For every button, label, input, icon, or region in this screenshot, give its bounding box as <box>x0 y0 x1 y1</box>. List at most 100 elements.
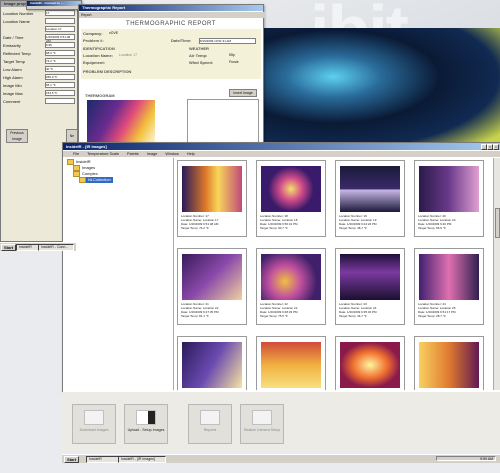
image-thumbnail[interactable]: Location Number: 20 Location Name: Locati… <box>414 160 484 237</box>
reports-button[interactable]: Reports <box>188 404 232 444</box>
taskbar-item[interactable]: InsideIR - Conn... <box>38 244 74 251</box>
thermal-image <box>182 166 242 212</box>
image-thumbnail[interactable] <box>335 336 405 390</box>
image-thumbnail[interactable] <box>256 336 326 390</box>
property-label: Location Number <box>3 10 34 16</box>
start-button[interactable]: Start <box>64 456 80 463</box>
property-value[interactable]: 17 <box>45 10 75 16</box>
air-temp-label: Air Temp: <box>189 53 208 58</box>
property-value[interactable]: 1/20/2009 6:51:48 AM <box>45 34 75 43</box>
image-thumbnail[interactable]: Location Number: 17 Location Name: Locati… <box>177 160 247 237</box>
menu-report[interactable]: Report <box>81 13 92 17</box>
caption-temp: Target Temp: 48.7 °F <box>339 226 367 230</box>
property-row: Emissivity 0.95 <box>1 41 77 49</box>
camera-setup-button[interactable]: Realize Camera Setup <box>240 404 284 444</box>
button-label: Realize Camera Setup <box>243 428 281 432</box>
scrollbar-thumb[interactable] <box>495 208 500 238</box>
property-label: Location Name <box>3 18 30 24</box>
previous-image-button[interactable]: Previous Image <box>6 129 28 143</box>
thumbnail-caption: Location Number: 22 Location Name: Locati… <box>260 302 298 318</box>
caption-temp: Target Temp: 28.7 °F <box>418 314 446 318</box>
property-value[interactable] <box>45 98 75 104</box>
property-row: Location Name <box>1 17 77 25</box>
property-value[interactable]: 153.5 °F <box>45 90 75 96</box>
image-thumbnail[interactable]: Location Number: 23 Location Name: Locati… <box>335 248 405 325</box>
button-label: Reports <box>203 428 217 432</box>
property-value[interactable]: 266.0 °F <box>45 74 75 80</box>
thermographic-report-window: Thermographic Report Report THERMOGRAPHI… <box>78 4 265 156</box>
menu-item-window[interactable]: Window <box>165 152 179 156</box>
menu-item-help[interactable]: Help <box>187 152 195 156</box>
property-label: Date / Time <box>3 34 24 40</box>
image-thumbnail[interactable] <box>414 336 484 390</box>
property-label: High Alarm <box>3 74 23 80</box>
thumbnail-caption: Location Number: 20 Location Name: Locati… <box>418 214 455 230</box>
datetime-label: Date/Time: <box>171 38 192 43</box>
taskbar-main: Start InsideIR InsideIR - [IR Images] 9:… <box>62 454 500 463</box>
menu-item-image[interactable]: Image <box>147 152 158 156</box>
image-thumbnail[interactable]: Location Number: 24 Location Name: Locati… <box>414 248 484 325</box>
air-temp-value[interactable]: 55p <box>229 53 235 57</box>
thermal-image <box>182 342 242 388</box>
close-button[interactable]: × <box>493 144 499 150</box>
image-thumbnail[interactable]: Location Number: 19 Location Name: Locati… <box>335 160 405 237</box>
property-label: Image Max <box>3 90 23 96</box>
tree-item-label: Complex <box>82 171 98 177</box>
property-value[interactable] <box>45 18 75 24</box>
wind-speed-label: Wind Speed: <box>189 60 214 65</box>
property-row: Reflected Temp 68.0 °F <box>1 49 77 57</box>
taskbar-item[interactable]: InsideIR - [IR Images] <box>118 456 166 463</box>
property-value[interactable]: 68.0 °F <box>45 50 75 56</box>
menu-item-palette[interactable]: Palette <box>127 152 139 156</box>
upload-icon <box>136 410 156 425</box>
property-row: Target Temp 74.2 °F <box>1 57 77 65</box>
thermal-image <box>419 342 479 388</box>
image-thumbnail[interactable]: Location Number: 18 Location Name: Locati… <box>256 160 326 237</box>
taskbar-small: Start InsideIR InsideIR - Conn... <box>0 242 76 251</box>
problem-label: Problem #: <box>83 38 104 43</box>
tree-item-label: Images <box>82 165 96 171</box>
property-row: Low Alarm 40 °F <box>1 65 77 73</box>
datetime-field[interactable]: 5/10/2009 10:51:31 AM <box>199 38 256 44</box>
main-title-text: InsideIR - [IR Images] <box>66 144 107 149</box>
image-thumbnail[interactable] <box>177 336 247 390</box>
wind-speed-value[interactable]: Frosie <box>229 60 239 64</box>
menu-item-temperature-scale[interactable]: Temperature Scale <box>87 152 119 156</box>
caption-temp: Target Temp: 74.2 °F <box>181 226 209 230</box>
property-value[interactable]: Location 17 <box>45 26 75 32</box>
equipment-label: Equipment: <box>83 60 105 65</box>
image-thumbnail[interactable]: Location Number: 21 Location Name: Locati… <box>177 248 247 325</box>
report-menu: Report <box>79 12 265 18</box>
thermal-image <box>419 254 479 300</box>
location-name-value[interactable]: Location 17 <box>119 53 137 57</box>
tree-item-nlcollection[interactable]: NLCollection <box>79 177 113 184</box>
vertical-scrollbar[interactable] <box>493 158 500 390</box>
upload-setup-images-button[interactable]: Upload - Setup Images <box>124 404 168 444</box>
taskbar-item[interactable]: InsideIR <box>86 456 120 463</box>
back-window: InsideIR - Connect to ... <box>26 0 82 10</box>
insert-image-button[interactable]: Insert Image <box>229 89 257 97</box>
company-value[interactable]: xOVE <box>109 31 118 35</box>
tree-item-label: NLCollection <box>88 177 111 183</box>
property-row: Location 17 <box>1 25 77 33</box>
property-value[interactable]: 74.2 °F <box>45 58 75 64</box>
property-row: Image Min 66.1 °F <box>1 81 77 89</box>
property-value[interactable]: 40 °F <box>45 66 75 72</box>
menu-item-file[interactable]: File <box>73 152 79 156</box>
properties-field-list: Location Number 17 Location Name Location 1… <box>1 7 77 105</box>
company-label: Company: <box>83 31 103 36</box>
property-row: Date / Time 1/20/2009 6:51:48 AM <box>1 33 77 43</box>
start-button[interactable]: Start <box>1 244 17 251</box>
system-tray: 9:50 AM <box>436 456 496 461</box>
property-value[interactable]: 0.95 <box>45 42 75 48</box>
property-value[interactable]: 66.1 °F <box>45 82 75 88</box>
image-thumbnail[interactable]: Location Number: 22 Location Name: Locati… <box>256 248 326 325</box>
property-label: Comment <box>3 98 21 104</box>
caption-temp: Target Temp: 56.9 °F <box>418 226 446 230</box>
next-image-button[interactable]: Ne <box>66 129 78 143</box>
property-label: Low Alarm <box>3 66 22 72</box>
taskbar-item[interactable]: InsideIR <box>16 244 40 251</box>
reports-icon <box>200 410 220 425</box>
thermal-image <box>340 166 400 212</box>
download-images-button[interactable]: Download Images <box>72 404 116 444</box>
